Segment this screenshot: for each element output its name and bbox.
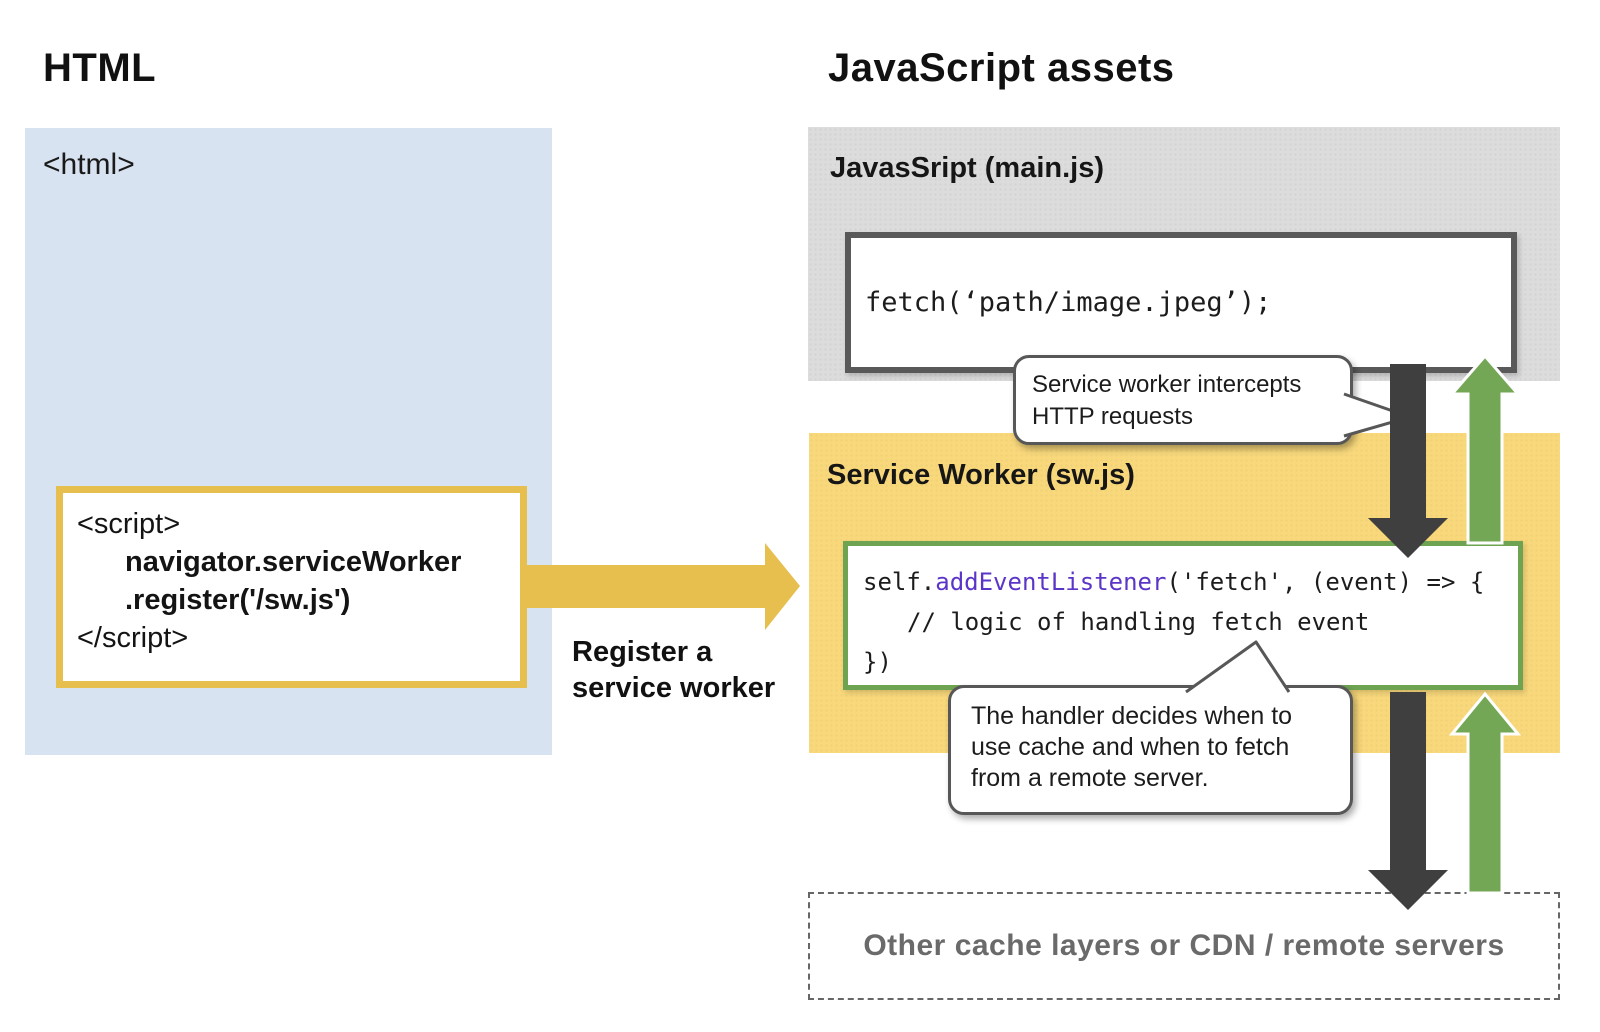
register-script-box: <script> navigator.serviceWorker .regist… xyxy=(56,486,527,688)
sw-code-box: self.addEventListener('fetch', (event) =… xyxy=(843,541,1523,690)
script-code-line-1: navigator.serviceWorker xyxy=(77,543,520,581)
fetch-code-box: fetch(‘path/image.jpeg’); xyxy=(845,232,1517,373)
html-tag-label: <html> xyxy=(43,148,135,182)
sw-code-close: }) xyxy=(863,642,1518,682)
main-js-panel-title: JavasSript (main.js) xyxy=(830,152,1104,185)
add-event-listener-keyword: addEventListener xyxy=(935,568,1166,596)
service-worker-diagram: HTML JavaScript assets <html> <script> n… xyxy=(0,0,1600,1032)
intercept-bubble-tail xyxy=(1344,394,1410,436)
script-code-line-2: .register('/sw.js') xyxy=(77,581,520,619)
sw-code-comment: // logic of handling fetch event xyxy=(863,602,1518,642)
fetch-code-line: fetch(‘path/image.jpeg’); xyxy=(865,287,1271,318)
handler-speech-bubble: The handler decides when to use cache an… xyxy=(948,685,1353,815)
remote-servers-label: Other cache layers or CDN / remote serve… xyxy=(863,929,1504,963)
javascript-assets-heading: JavaScript assets xyxy=(828,46,1175,91)
remote-servers-box: Other cache layers or CDN / remote serve… xyxy=(808,892,1560,1000)
intercept-speech-bubble: Service worker intercepts HTTP requests xyxy=(1013,355,1353,445)
html-heading: HTML xyxy=(43,46,156,91)
script-close-tag: </script> xyxy=(77,619,520,657)
register-arrow-icon xyxy=(522,543,800,630)
script-open-tag: <script> xyxy=(77,505,520,543)
register-arrow-label: Register a service worker xyxy=(572,634,775,706)
sw-code-line-1: self.addEventListener('fetch', (event) =… xyxy=(863,562,1518,602)
service-worker-panel-title: Service Worker (sw.js) xyxy=(827,459,1135,492)
